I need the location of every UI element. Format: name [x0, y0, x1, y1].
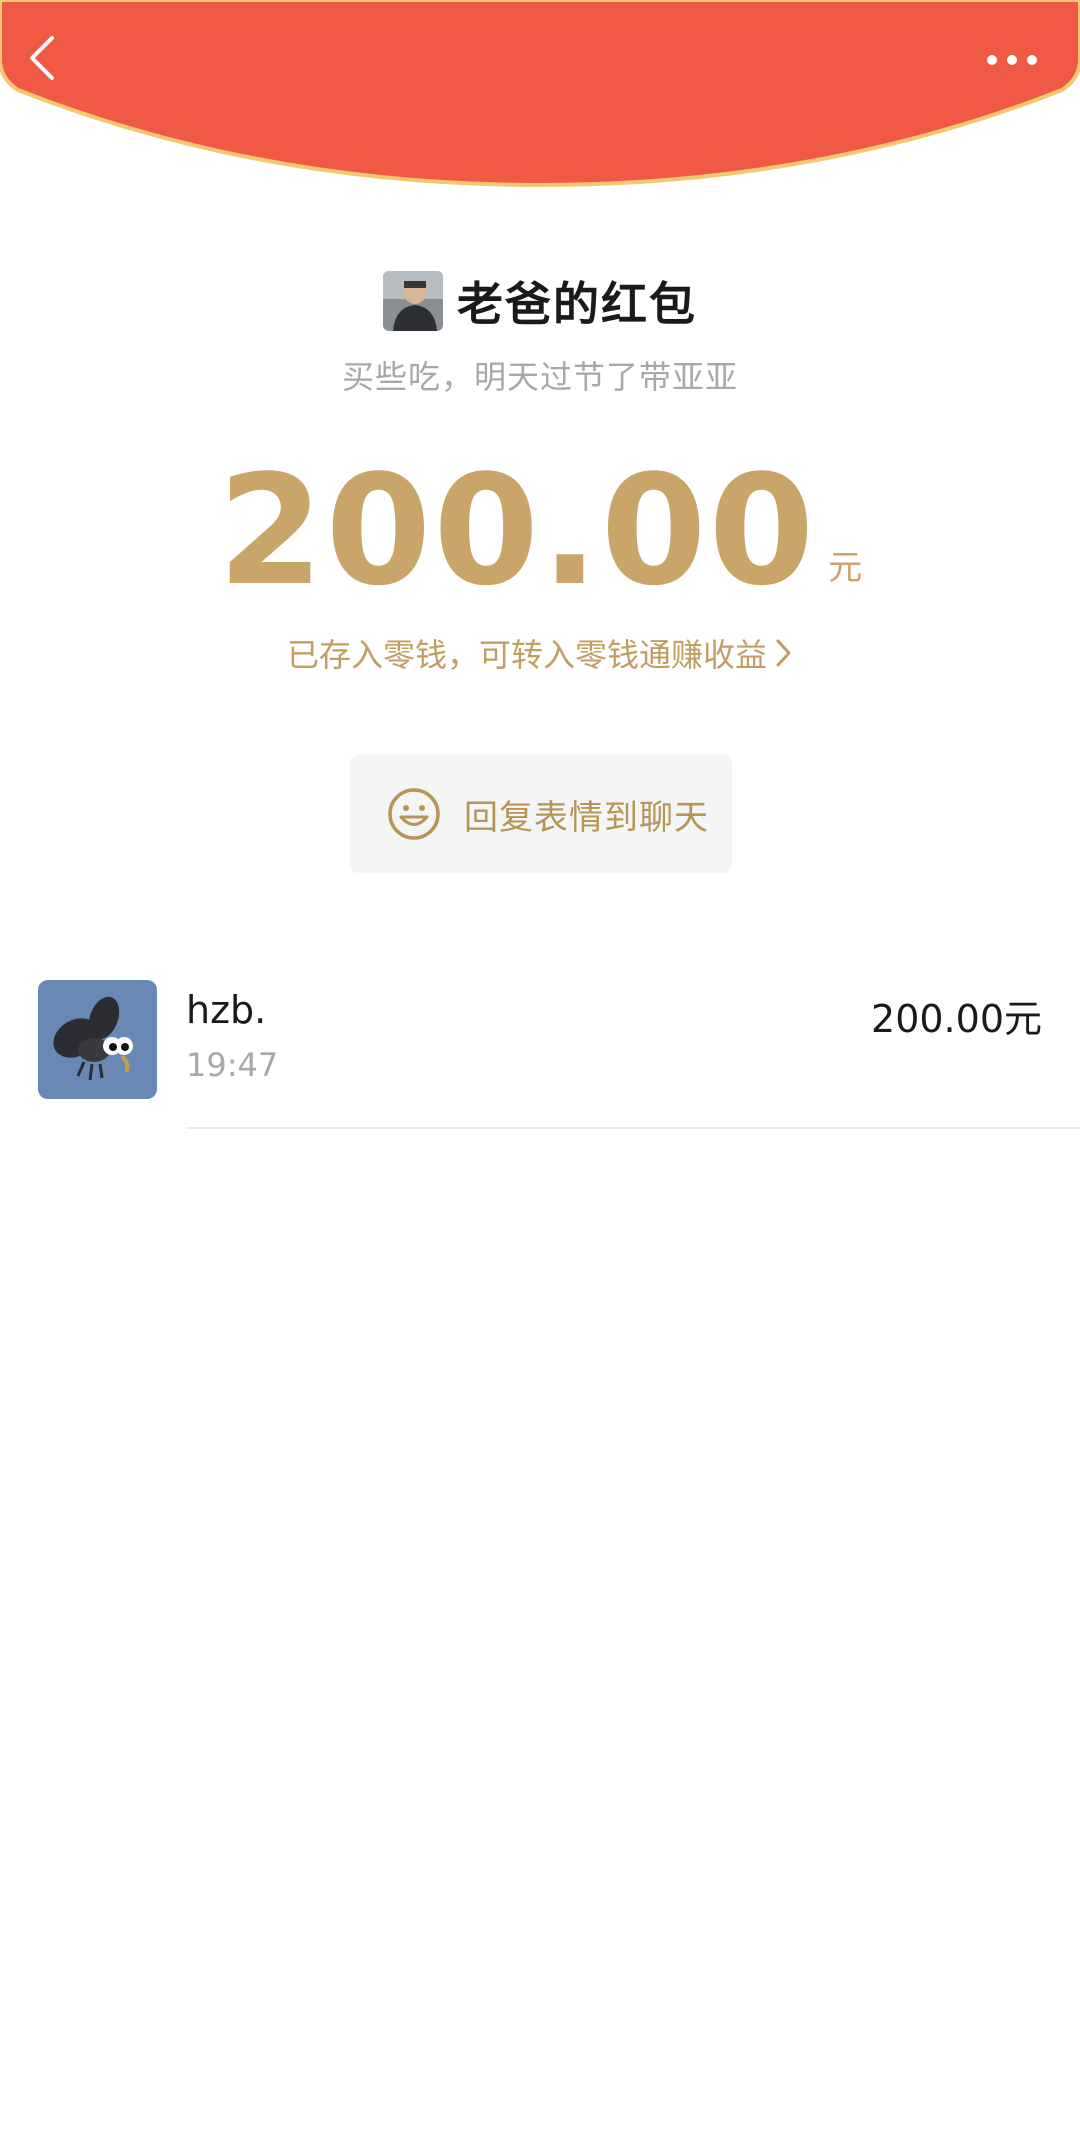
chevron-right-icon — [776, 639, 791, 667]
avatar[interactable] — [38, 980, 157, 1099]
record-time: 19:47 — [186, 1046, 279, 1084]
smile-icon — [388, 788, 440, 840]
more-button[interactable] — [980, 40, 1044, 80]
header-curve — [0, 0, 1080, 188]
packet-amount: 200.00 — [217, 442, 817, 619]
amount-row: 200.00 元 — [0, 455, 1080, 607]
deposit-link[interactable]: 已存入零钱，可转入零钱通赚收益 — [0, 630, 1080, 676]
more-dots-icon — [987, 55, 1037, 65]
record-name: hzb. — [186, 988, 267, 1032]
divider — [186, 1127, 1080, 1129]
reply-label: 回复表情到聊天 — [464, 797, 709, 838]
packet-title: 老爸的红包 — [457, 277, 697, 331]
list-item: hzb. 19:47 200.00元 — [0, 978, 1080, 1130]
header-banner — [0, 0, 1080, 200]
record-amount: 200.00元 — [871, 997, 1042, 1041]
chevron-left-icon — [30, 36, 54, 80]
packet-wish: 买些吃，明天过节了带亚亚 — [341, 358, 738, 396]
deposit-note-text: 已存入零钱，可转入零钱通赚收益 — [286, 636, 767, 674]
packet-unit: 元 — [828, 548, 863, 588]
back-button[interactable] — [22, 30, 70, 86]
reply-sticker-button[interactable]: 回复表情到聊天 — [350, 755, 732, 873]
sender-avatar[interactable] — [383, 271, 443, 331]
sender-row: 老爸的红包 — [0, 268, 1080, 334]
